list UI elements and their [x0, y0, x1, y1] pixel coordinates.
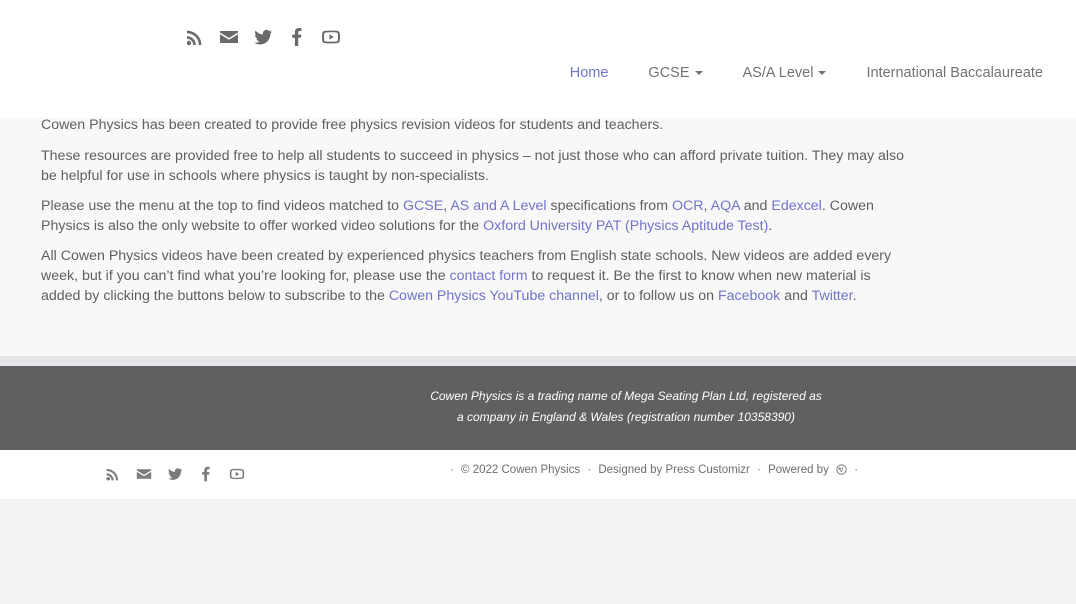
colophon: · © 2022 Cowen Physics · Designed by Pre… — [0, 450, 1076, 499]
main-navigation: Home GCSE AS/A Level International Bacca… — [530, 65, 1043, 81]
youtube-icon[interactable] — [221, 464, 252, 484]
facebook-icon[interactable] — [190, 464, 221, 484]
link-facebook[interactable]: Facebook — [718, 288, 780, 304]
header-social-links — [178, 26, 348, 48]
main-content: Cowen Physics has been created to provid… — [0, 118, 1076, 356]
text: , — [703, 198, 711, 214]
copyright-link[interactable]: © 2022 Cowen Physics — [461, 464, 580, 476]
twitter-icon[interactable] — [246, 26, 280, 48]
link-oxford-pat[interactable]: Oxford University PAT (Physics Aptitude … — [483, 218, 768, 234]
rss-icon[interactable] — [178, 26, 212, 48]
email-icon[interactable] — [128, 464, 159, 484]
link-as-and-a-level[interactable]: AS and A Level — [450, 198, 546, 214]
separator: · — [854, 464, 859, 476]
separator: · — [587, 464, 592, 476]
nav-gcse-label: GCSE — [648, 65, 690, 81]
youtube-icon[interactable] — [314, 26, 348, 48]
link-twitter[interactable]: Twitter — [812, 288, 853, 304]
email-icon[interactable] — [212, 26, 246, 48]
text: , or to follow us on — [598, 288, 718, 304]
caret-down-icon — [818, 71, 827, 76]
separator: · — [450, 464, 454, 476]
link-aqa[interactable]: AQA — [711, 198, 740, 214]
resources-paragraph: These resources are provided free to hel… — [41, 148, 905, 184]
text: and — [739, 198, 772, 214]
wordpress-icon[interactable] — [836, 464, 847, 478]
rss-icon[interactable] — [97, 464, 128, 484]
nav-as-a-level-label: AS/A Level — [742, 65, 814, 81]
facebook-icon[interactable] — [280, 26, 314, 48]
footer-credits: · © 2022 Cowen Physics · Designed by Pre… — [448, 464, 860, 478]
footer-widget-area: Cowen Physics is a trading name of Mega … — [0, 366, 1076, 450]
caret-down-icon — [694, 71, 703, 76]
site-header: Home GCSE AS/A Level International Bacca… — [0, 0, 1076, 118]
link-edexcel[interactable]: Edexcel — [771, 198, 821, 214]
intro-paragraph: Cowen Physics has been created to provid… — [41, 118, 664, 133]
text: specifications from — [546, 198, 672, 214]
link-gcse[interactable]: GCSE — [403, 198, 443, 214]
twitter-icon[interactable] — [159, 464, 190, 484]
nav-home[interactable]: Home — [570, 65, 609, 81]
footer-social-links — [97, 464, 252, 484]
specifications-paragraph: Please use the menu at the top to find v… — [41, 196, 913, 236]
text: Please use the menu at the top to find v… — [41, 198, 404, 214]
link-youtube-channel[interactable]: Cowen Physics YouTube channel — [389, 288, 599, 304]
text: . — [852, 288, 857, 304]
designer-credit[interactable]: Designed by Press Customizr — [598, 464, 749, 476]
separator: · — [757, 464, 761, 476]
footer-divider — [0, 356, 1076, 366]
nav-as-a-level[interactable]: AS/A Level — [743, 65, 827, 81]
company-note: Cowen Physics is a trading name of Mega … — [430, 389, 822, 424]
text: and — [780, 288, 812, 304]
videos-paragraph: All Cowen Physics videos have been creat… — [41, 246, 913, 306]
link-ocr[interactable]: OCR — [672, 198, 704, 214]
nav-gcse[interactable]: GCSE — [648, 65, 703, 81]
text: . — [768, 218, 773, 234]
link-contact-form[interactable]: contact form — [450, 268, 528, 284]
powered-by-label: Powered by — [768, 464, 829, 476]
nav-international-baccalaureate[interactable]: International Baccalaureate — [866, 65, 1043, 81]
